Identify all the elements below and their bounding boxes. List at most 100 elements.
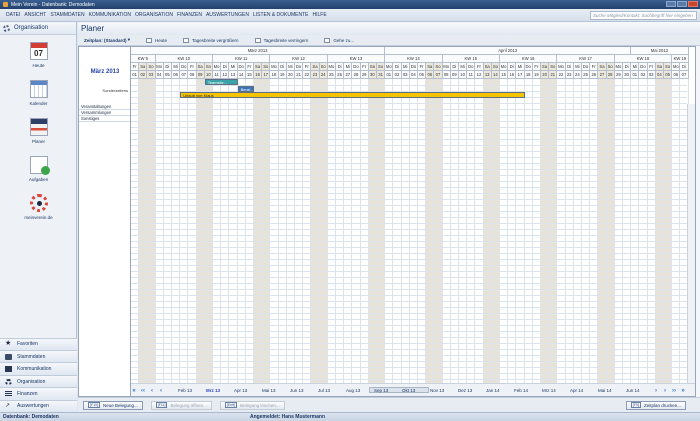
delete-booking-button[interactable]: [Entf] Belegung löschen... [219, 400, 285, 410]
day-number-header: 08 [188, 71, 197, 79]
timeline-forward-button[interactable]: › [661, 387, 669, 395]
nav-favoriten[interactable]: ★ Favoriten [0, 337, 77, 351]
row-divider [131, 205, 687, 206]
module-aufgaben[interactable]: Aufgaben [0, 153, 77, 191]
timeline-month[interactable]: Aug 13 [346, 388, 360, 393]
goto-button[interactable]: Gehe zu... [324, 37, 355, 43]
weekday-header: Mo [270, 63, 279, 71]
weekday-header: Sa [196, 63, 205, 71]
nav-label: Kommunikation [17, 366, 52, 373]
menu-kommunikation[interactable]: KOMMUNIKATION [89, 12, 131, 18]
timeline-month[interactable]: Nov 13 [430, 388, 444, 393]
timeline-month[interactable]: Jul 13 [318, 388, 330, 393]
weekday-header: Sa [426, 63, 435, 71]
zoom-out-button[interactable]: Tagesbreite verringern [254, 37, 308, 43]
zeitplan-dropdown[interactable]: Zeitplan: (Standard) ▾ [84, 37, 130, 43]
booking-bar[interactable]: Beral... [237, 85, 254, 92]
timeline-forward-button[interactable]: ›› [670, 387, 678, 395]
day-number-header: 30 [623, 71, 632, 79]
timeline-month[interactable]: Feb 14 [514, 388, 528, 393]
nav-kommunikation[interactable]: Kommunikation [0, 362, 77, 375]
status-user: Angemeldet: Hans Mustermann [250, 414, 326, 420]
module-label: meinverein.de [24, 215, 53, 220]
minimize-button[interactable] [666, 1, 676, 7]
maximize-button[interactable] [677, 1, 687, 7]
menu-hilfe[interactable]: HILFE [313, 12, 327, 18]
planner-grid[interactable]: März 2013 April 2013 Mai 2013 KW 9 KW 10 KW 1… [130, 46, 696, 397]
week-header: KW 13 [327, 55, 386, 63]
print-schedule-button[interactable]: [F9] Zeitplan drucken... [625, 400, 686, 410]
day-number-header: 11 [213, 71, 222, 79]
booking-bar[interactable]: Urlaub von Klaus [180, 92, 525, 98]
today-button[interactable]: Heute [146, 37, 167, 43]
timeline-month[interactable]: Jun 13 [290, 388, 304, 393]
vertical-scrollbar[interactable] [687, 104, 695, 383]
timeline-navigator: «‹‹ ‹ ‹ Feb 13 Mrz 13 Apr 13 Mai 13 Jun 13 Jul 1… [130, 385, 696, 397]
timeline-back-button[interactable]: ‹ [148, 387, 156, 395]
timeline-back-button[interactable]: ‹‹ [139, 387, 147, 395]
menu-ansicht[interactable]: ANSICHT [24, 12, 46, 18]
goto-label: Gehe zu... [333, 37, 355, 43]
new-booking-button[interactable]: [F10] Neue Belegung... [83, 400, 143, 410]
weekday-header: Di [450, 63, 459, 71]
weekday-header: Fr [590, 63, 599, 71]
timeline-forward-button[interactable]: » [679, 387, 687, 395]
timeline-month[interactable]: Mrz 13 [206, 388, 220, 393]
meinverein-logo-icon [29, 194, 48, 212]
menu-auswertungen[interactable]: AUSWERTUNGEN [206, 12, 249, 18]
timeline-month[interactable]: Mrz 14 [542, 388, 556, 393]
day-number-header: 27 [598, 71, 607, 79]
day-number-header: 15 [500, 71, 509, 79]
timeline-month[interactable]: Jan 14 [486, 388, 500, 393]
timeline-month[interactable]: Apr 14 [570, 388, 583, 393]
timeline-month[interactable]: Mai 13 [262, 388, 276, 393]
timeline-month[interactable]: Mai 14 [598, 388, 612, 393]
calendar-month-icon [29, 80, 48, 98]
timeline-month[interactable]: Sep 13 [374, 388, 388, 393]
nav-auswertungen[interactable]: ↗ Auswertungen [0, 399, 77, 412]
timeline-month[interactable]: Okt 13 [402, 388, 415, 393]
row-divider [131, 217, 687, 218]
member-search-input[interactable]: Suche Mitglied/Kontakt: Suchbegriff hier… [590, 11, 697, 20]
weekday-header: Sa [483, 63, 492, 71]
nav-stammdaten[interactable]: Stammdaten [0, 350, 77, 363]
menu-listen-dokumente[interactable]: LISTEN & DOKUMENTE [253, 12, 309, 18]
module-meinverein[interactable]: meinverein.de [0, 191, 77, 229]
weekday-header: Mi [401, 63, 410, 71]
day-number-header: 27 [344, 71, 353, 79]
day-number-header: 23 [311, 71, 320, 79]
timeline-back-button[interactable]: « [130, 387, 138, 395]
module-heute[interactable]: 07 Heute [0, 39, 77, 77]
week-header: KW 12 [270, 55, 328, 63]
day-number-header: 17 [516, 71, 525, 79]
day-number-header: 06 [172, 71, 181, 79]
row-label-sonstiges: Sonstiges [79, 116, 131, 122]
timeline-forward-button[interactable]: › [652, 387, 660, 395]
menu-datei[interactable]: DATEI [6, 12, 20, 18]
day-number-header: 25 [327, 71, 336, 79]
menu-organisation[interactable]: ORGANISATION [135, 12, 173, 18]
timeline-month[interactable]: Jun 14 [626, 388, 640, 393]
weekday-header: Mi [286, 63, 295, 71]
menu-stammdaten[interactable]: STAMMDATEN [50, 12, 84, 18]
open-booking-button[interactable]: [F11] Belegung öffnen... [150, 400, 212, 410]
nav-finanzen[interactable]: Finanzen [0, 387, 77, 400]
nav-organisation[interactable]: Organisation [0, 374, 77, 388]
timeline-back-button[interactable]: ‹ [157, 387, 165, 395]
sonderzeiten-label: Sonderzeitens [102, 88, 128, 93]
weekday-header: Do [409, 63, 418, 71]
weekday-header: Di [393, 63, 402, 71]
module-kalender[interactable]: Kalender [0, 77, 77, 115]
module-planer[interactable]: Planer [0, 115, 77, 153]
day-number-header: 13 [229, 71, 238, 79]
close-button[interactable] [688, 1, 698, 7]
timeline-month[interactable]: Apr 13 [234, 388, 247, 393]
weekday-header: Do [467, 63, 476, 71]
zoom-in-button[interactable]: Tagesbreite vergrößern [183, 37, 239, 43]
weekday-header: Do [352, 63, 361, 71]
timeline-month[interactable]: Feb 13 [178, 388, 192, 393]
timeline-month[interactable]: Dez 13 [458, 388, 472, 393]
booking-bar[interactable]: Teamsitz... [204, 79, 238, 85]
row-divider [131, 187, 687, 188]
menu-finanzen[interactable]: FINANZEN [177, 12, 202, 18]
